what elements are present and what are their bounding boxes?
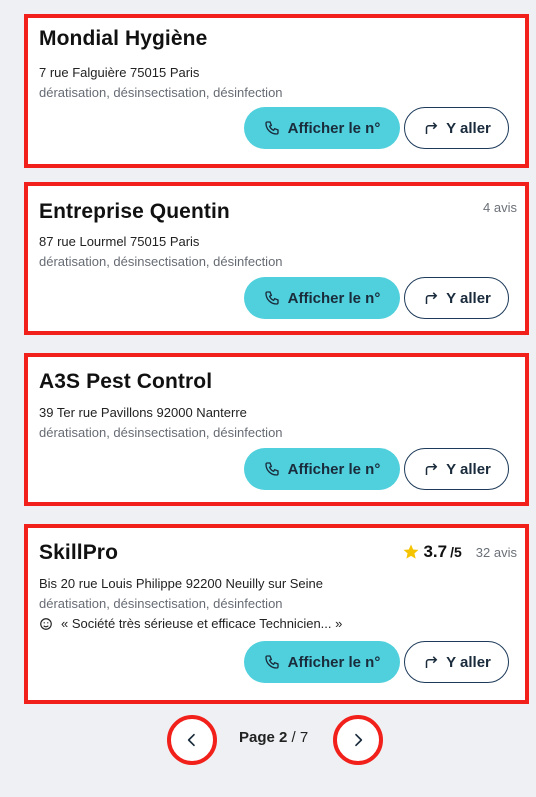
directions-button[interactable]: Y aller: [404, 277, 509, 319]
directions-label: Y aller: [446, 119, 491, 137]
directions-button[interactable]: Y aller: [404, 448, 509, 490]
listing-card[interactable]: A3S Pest Control 39 Ter rue Pavillons 92…: [24, 353, 529, 506]
listing-name[interactable]: Entreprise Quentin: [39, 200, 230, 224]
directions-label: Y aller: [446, 460, 491, 478]
phone-icon: [264, 121, 279, 135]
review-quote-text: « Société très sérieuse et efficace Tech…: [61, 616, 343, 631]
listing-card[interactable]: Entreprise Quentin 4 avis 87 rue Lourmel…: [24, 182, 529, 335]
show-phone-button[interactable]: Afficher le n°: [244, 277, 400, 319]
listing-name[interactable]: A3S Pest Control: [39, 370, 212, 394]
listing-address: 39 Ter rue Pavillons 92000 Nanterre: [39, 405, 247, 420]
rating: 3.7/5: [402, 542, 462, 562]
previous-page-button[interactable]: [167, 715, 217, 765]
directions-label: Y aller: [446, 653, 491, 671]
star-icon: [403, 544, 419, 559]
directions-icon: [425, 122, 438, 134]
directions-label: Y aller: [446, 289, 491, 307]
listing-name[interactable]: Mondial Hygiène: [39, 27, 207, 51]
review-count-text: 32 avis: [475, 544, 517, 560]
directions-icon: [425, 292, 438, 304]
listing-categories: dératisation, désinsectisation, désinfec…: [39, 596, 283, 611]
listing-address: 87 rue Lourmel 75015 Paris: [39, 234, 200, 249]
phone-icon: [264, 291, 279, 305]
review-summary[interactable]: 3.7/5 32 avis: [402, 542, 517, 562]
listing-card[interactable]: Mondial Hygiène 7 rue Falguière 75015 Pa…: [24, 14, 529, 168]
review-count-text: 4 avis: [483, 200, 517, 215]
listing-address: 7 rue Falguière 75015 Paris: [39, 65, 200, 80]
phone-icon: [264, 462, 279, 476]
next-page-button[interactable]: [333, 715, 383, 765]
total-pages: / 7: [291, 729, 309, 746]
show-phone-button[interactable]: Afficher le n°: [244, 107, 400, 149]
directions-button[interactable]: Y aller: [404, 641, 509, 683]
listing-address: Bis 20 rue Louis Philippe 92200 Neuilly …: [39, 576, 324, 591]
chevron-left-icon: [187, 733, 195, 747]
chevron-right-icon: [355, 733, 363, 747]
listing-card[interactable]: SkillPro 3.7/5 32 avis Bis 20 rue Louis …: [24, 524, 529, 704]
directions-button[interactable]: Y aller: [404, 107, 509, 149]
directions-icon: [425, 463, 438, 475]
pagination-indicator: Page 2 / 7: [239, 729, 308, 746]
show-phone-label: Afficher le n°: [287, 289, 381, 307]
listing-categories: dératisation, désinsectisation, désinfec…: [39, 254, 283, 269]
rating-score: 3.7: [423, 542, 448, 561]
smiley-icon: [40, 617, 52, 630]
show-phone-button[interactable]: Afficher le n°: [244, 448, 400, 490]
show-phone-button[interactable]: Afficher le n°: [244, 641, 400, 683]
rating-max: /5: [450, 544, 462, 560]
show-phone-label: Afficher le n°: [287, 119, 381, 137]
listing-name[interactable]: SkillPro: [39, 541, 118, 565]
show-phone-label: Afficher le n°: [287, 653, 381, 671]
phone-icon: [264, 655, 279, 669]
review-quote: « Société très sérieuse et efficace Tech…: [39, 616, 342, 631]
listing-categories: dératisation, désinsectisation, désinfec…: [39, 85, 283, 100]
directions-icon: [425, 656, 438, 668]
current-page: 2: [279, 729, 288, 746]
page-label: Page: [239, 729, 275, 746]
show-phone-label: Afficher le n°: [287, 460, 381, 478]
listing-categories: dératisation, désinsectisation, désinfec…: [39, 425, 283, 440]
review-count[interactable]: 4 avis: [483, 200, 517, 215]
